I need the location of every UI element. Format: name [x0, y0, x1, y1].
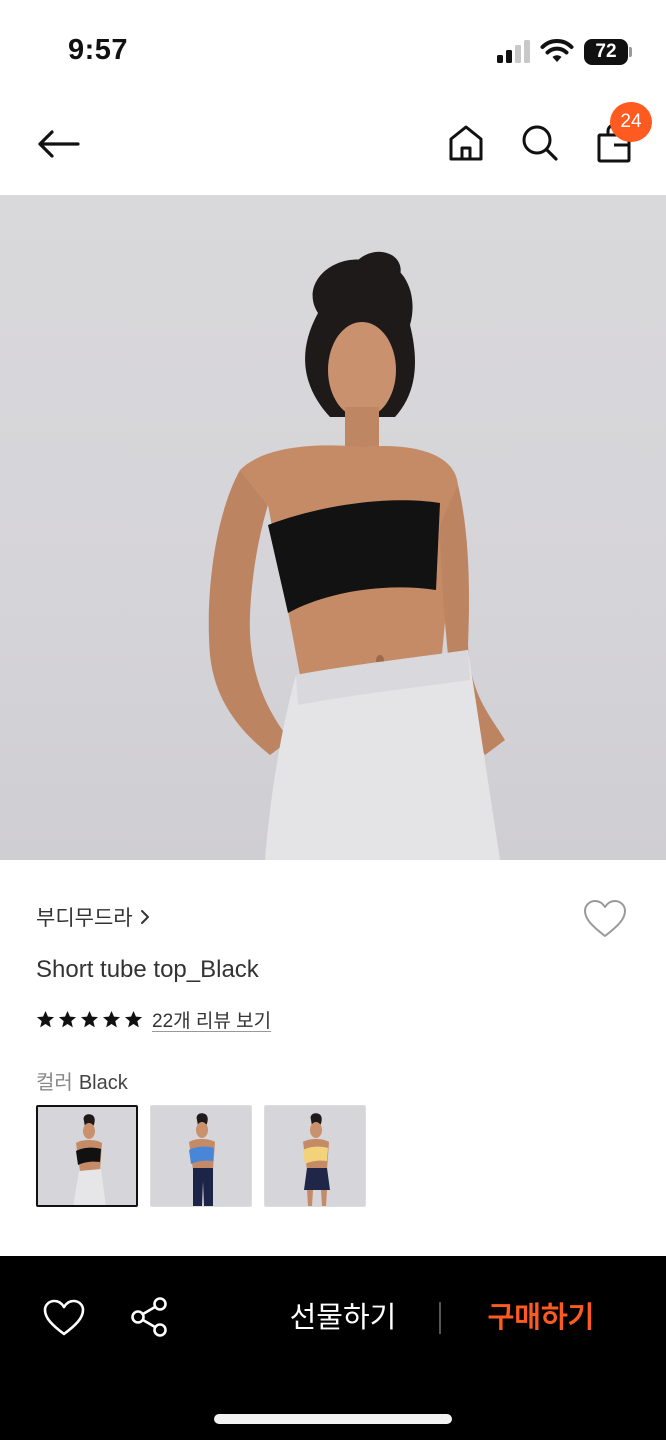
- status-time: 9:57: [68, 34, 129, 66]
- star-icon: [80, 1010, 99, 1027]
- star-rating: [36, 1010, 143, 1029]
- bottom-action-bar: 선물하기 구매하기: [0, 1256, 666, 1440]
- color-value: Black: [78, 1072, 128, 1094]
- battery-level: 72: [584, 39, 628, 65]
- heart-icon[interactable]: [42, 1298, 86, 1338]
- cellular-signal-icon: [497, 40, 530, 63]
- swatch-black[interactable]: [36, 1105, 138, 1207]
- star-icon: [58, 1010, 77, 1027]
- buy-button[interactable]: 구매하기: [466, 1296, 616, 1340]
- star-icon: [124, 1010, 143, 1027]
- status-bar: 9:57 72: [0, 0, 666, 100]
- home-indicator: [214, 1414, 452, 1424]
- color-label: 컬러: [36, 1072, 73, 1094]
- home-icon: [449, 125, 483, 161]
- top-navigation: 24: [0, 100, 666, 195]
- brand-name: 부디무드라: [36, 907, 133, 930]
- chevron-right-icon: [140, 910, 149, 924]
- back-button[interactable]: [30, 120, 86, 168]
- swatch-thumbnail: [303, 1113, 330, 1206]
- swatch-thumbnail: [189, 1113, 215, 1206]
- rating-row: 22개 리뷰 보기: [36, 1005, 271, 1033]
- home-button[interactable]: [442, 118, 490, 168]
- product-title: Short tube top_Black: [36, 956, 259, 983]
- gift-button[interactable]: 선물하기: [268, 1296, 418, 1340]
- search-button[interactable]: [516, 118, 564, 168]
- wishlist-heart-icon[interactable]: [582, 898, 628, 940]
- back-arrow-icon: [38, 130, 80, 158]
- search-icon: [522, 125, 558, 161]
- review-link[interactable]: 22개 리뷰 보기: [152, 1006, 271, 1033]
- color-swatches: [36, 1105, 366, 1207]
- color-option-label: 컬러 Black: [36, 1066, 128, 1095]
- swatch-thumbnail: [73, 1114, 106, 1205]
- brand-link[interactable]: 부디무드라: [36, 902, 151, 932]
- battery-indicator: 72: [584, 39, 632, 65]
- wifi-icon: [540, 39, 574, 62]
- battery-tip: [629, 47, 632, 57]
- bottom-bar-divider: [439, 1302, 441, 1334]
- cart-count-badge: 24: [610, 102, 652, 142]
- product-hero-image[interactable]: [0, 195, 666, 860]
- model-photo: [208, 251, 505, 860]
- share-icon[interactable]: [130, 1296, 170, 1338]
- star-icon: [36, 1010, 55, 1027]
- star-icon: [102, 1010, 121, 1027]
- swatch-yellow[interactable]: [264, 1105, 366, 1207]
- swatch-blue[interactable]: [150, 1105, 252, 1207]
